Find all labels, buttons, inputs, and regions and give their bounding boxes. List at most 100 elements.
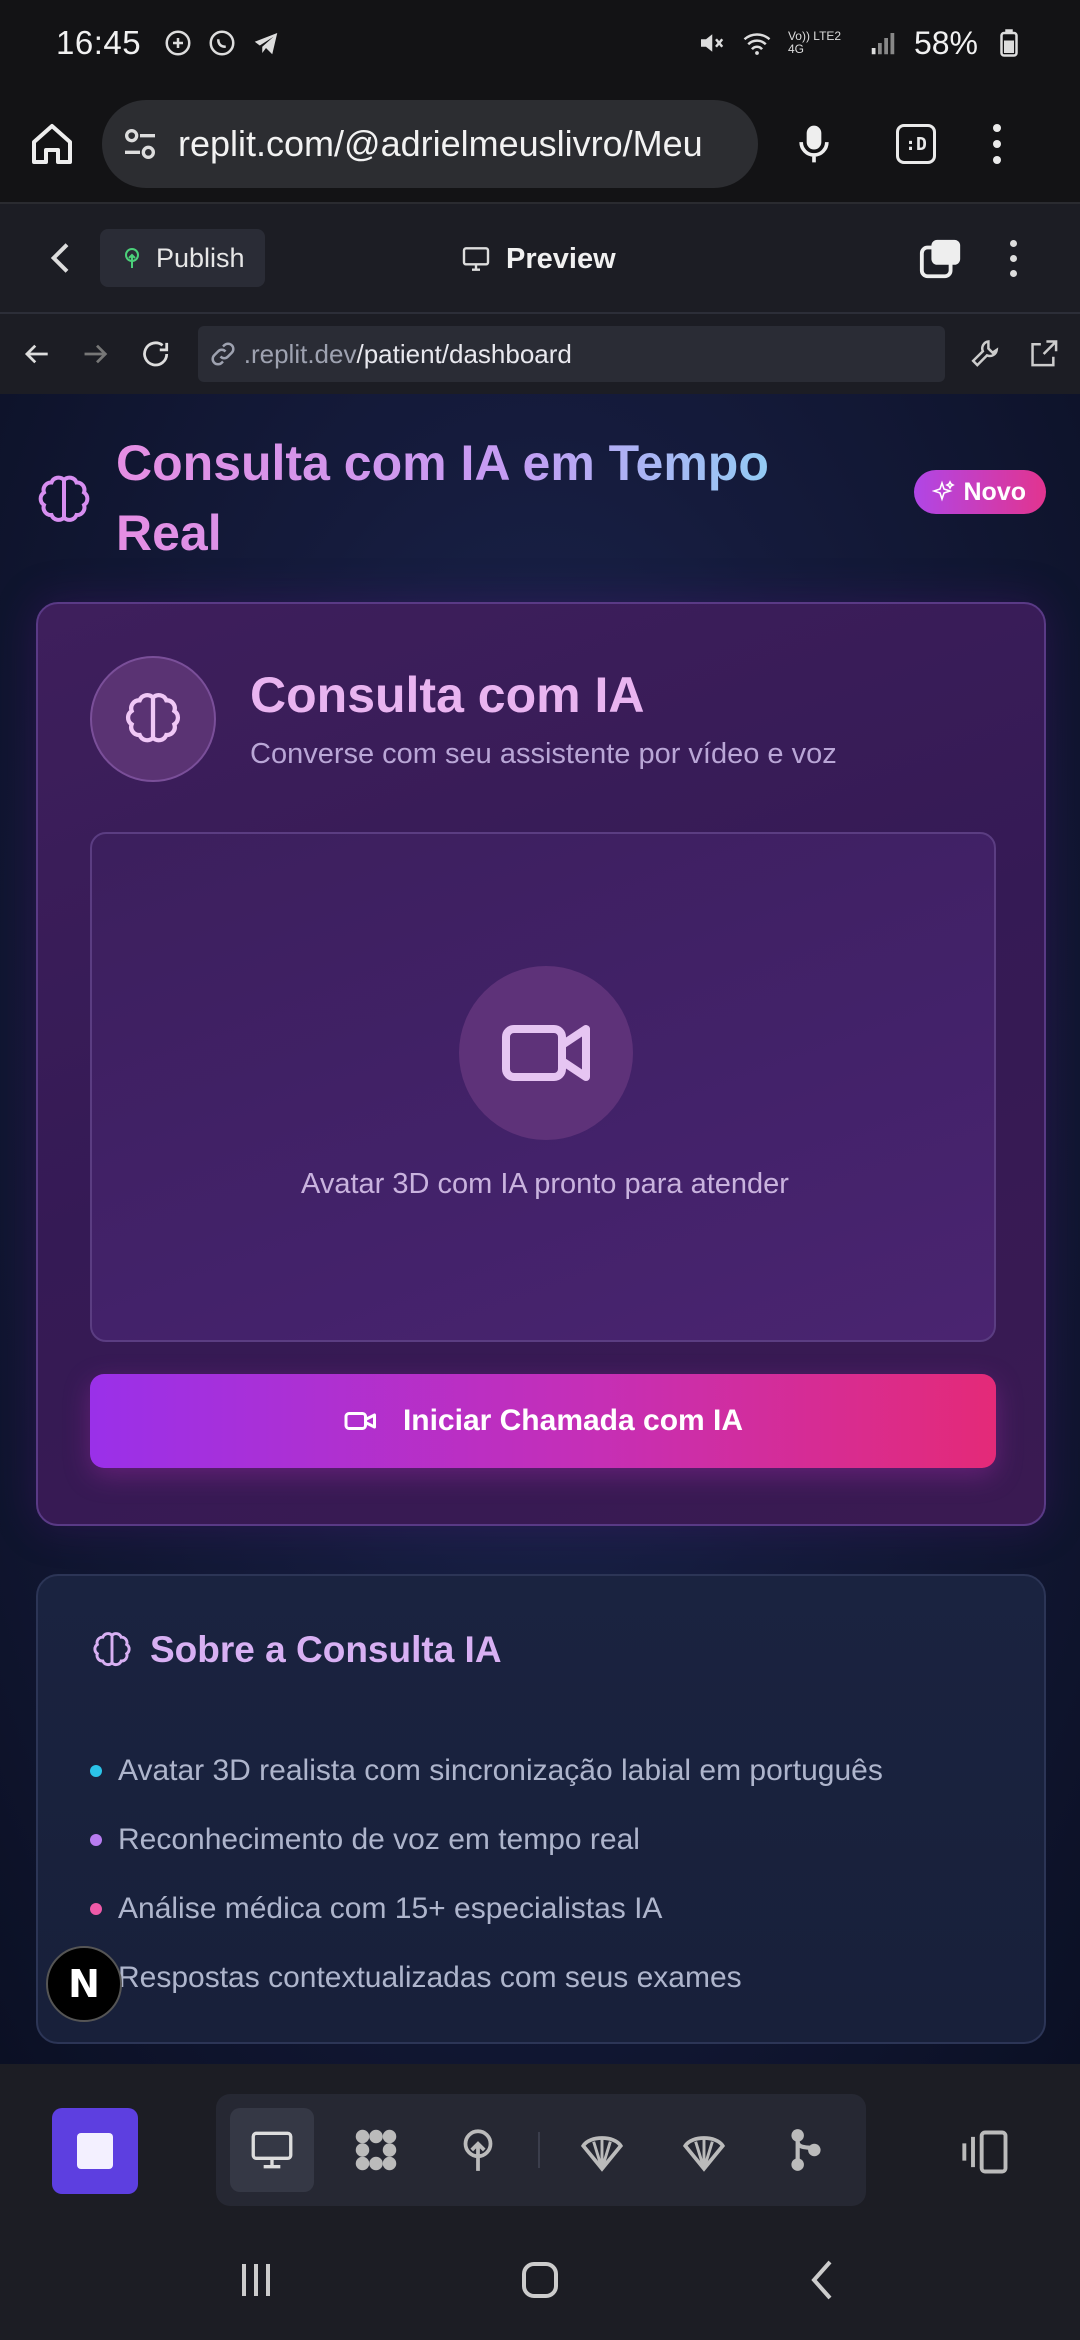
page-header: Consulta com IA em Tempo Real Novo: [34, 428, 1046, 568]
list-item: Avatar 3D realista com sincronização lab…: [90, 1736, 1020, 1805]
arrow-right-icon[interactable]: [79, 337, 112, 371]
panel-layout-icon[interactable]: [960, 2126, 1012, 2178]
webview-address-bar[interactable]: .replit.dev/patient/dashboard: [197, 326, 946, 382]
video-icon-circle: [459, 966, 633, 1140]
tab-preview[interactable]: Preview: [460, 204, 616, 314]
about-title-label: Sobre a Consulta IA: [150, 1629, 502, 1670]
list-item: Análise médica com 15+ especialistas IA: [90, 1874, 1020, 1943]
start-ai-call-label: Iniciar Chamada com IA: [402, 1404, 744, 1437]
stop-button[interactable]: [52, 2108, 138, 2194]
home-icon[interactable]: [28, 120, 76, 168]
about-card: Sobre a Consulta IA Avatar 3D realista c…: [36, 1574, 1046, 2044]
ai-consult-card: Consulta com IA Converse com seu assiste…: [36, 602, 1046, 1526]
tool-agent[interactable]: [334, 2108, 418, 2192]
screen: 16:45 Vo)) LTE2 4G 58% replit.com/@adrie…: [0, 0, 1080, 2340]
about-title: Sobre a Consulta IA: [90, 1628, 502, 1672]
shell-icon: [682, 2136, 726, 2172]
new-window-icon[interactable]: [918, 236, 964, 282]
status-time: 16:45: [56, 24, 142, 61]
browser-menu-icon[interactable]: [992, 124, 1002, 164]
back-nav-icon[interactable]: [800, 2256, 848, 2304]
tool-tabs: [216, 2094, 866, 2206]
wrench-icon[interactable]: [969, 337, 1002, 371]
battery-icon: [1000, 29, 1018, 57]
preview-label: Preview: [506, 242, 616, 275]
card-icon: [90, 656, 216, 782]
signal-icon: [871, 33, 895, 55]
address-path: /patient/dashboard: [356, 338, 572, 369]
messages-icon: [165, 30, 191, 56]
monitor-icon: [251, 2131, 293, 2169]
list-item-text: Reconhecimento de voz em tempo real: [118, 1822, 640, 1856]
agent-grid-icon: [355, 2129, 397, 2171]
tool-shell-b[interactable]: [662, 2108, 746, 2192]
video-caption: Avatar 3D com IA pronto para atender: [301, 1168, 789, 1200]
tab-switcher-button[interactable]: :D: [896, 124, 936, 164]
url-bar[interactable]: replit.com/@adrielmeuslivro/Meu: [102, 100, 758, 188]
whatsapp-icon: [209, 30, 235, 56]
list-item-text: Análise médica com 15+ especialistas IA: [118, 1891, 663, 1925]
start-ai-call-button[interactable]: Iniciar Chamada com IA: [90, 1374, 996, 1468]
page-title: Consulta com IA em Tempo Real: [116, 428, 836, 568]
shell-icon: [580, 2136, 624, 2172]
address-host: .replit.dev: [243, 338, 357, 369]
app-page: Consulta com IA em Tempo Real Novo Consu…: [0, 394, 1080, 2064]
nextjs-devtools-button[interactable]: N: [46, 1946, 122, 2022]
home-nav-icon[interactable]: [516, 2256, 564, 2304]
url-text: replit.com/@adrielmeuslivro/Meu: [178, 123, 703, 164]
external-link-icon[interactable]: [1027, 337, 1060, 371]
telegram-icon: [254, 33, 278, 55]
recent-apps-icon[interactable]: [232, 2256, 280, 2304]
replit-menu-icon[interactable]: [1010, 240, 1017, 277]
bullet-dot: [90, 1833, 102, 1846]
tool-deploy[interactable]: [436, 2108, 520, 2192]
list-item: Reconhecimento de voz em tempo real: [90, 1805, 1020, 1874]
publish-button[interactable]: Publish: [100, 229, 265, 287]
stop-icon: [77, 2133, 113, 2169]
refresh-icon[interactable]: [139, 337, 172, 371]
monitor-icon: [462, 247, 490, 271]
battery-percent: 58%: [913, 24, 978, 61]
brain-icon: [93, 1632, 131, 1666]
card-title: Consulta com IA: [250, 667, 645, 723]
tool-git[interactable]: [764, 2108, 848, 2192]
list-item: Respostas contextualizadas com seus exam…: [90, 1943, 1020, 2012]
wifi-icon: [743, 33, 771, 55]
brain-icon: [38, 475, 90, 522]
git-branch-icon: [791, 2129, 821, 2171]
list-item-text: Avatar 3D realista com sincronização lab…: [118, 1753, 883, 1787]
publish-label: Publish: [156, 242, 245, 273]
android-nav-bar: [0, 2220, 1080, 2340]
sparkles-icon: [931, 480, 955, 502]
card-subtitle: Converse com seu assistente por vídeo e …: [250, 738, 837, 770]
publish-tree-icon: [125, 248, 139, 268]
arrow-left-icon[interactable]: [20, 337, 53, 371]
status-bar: 16:45 Vo)) LTE2 4G 58%: [0, 0, 1080, 86]
tool-divider: [538, 2132, 540, 2168]
system-icons: Vo)) LTE2 4G 58%: [696, 25, 1024, 62]
notification-icons: [163, 28, 281, 58]
bullet-dot: [90, 1764, 102, 1777]
site-settings-icon[interactable]: [120, 124, 160, 164]
list-item-text: Respostas contextualizadas com seus exam…: [118, 1960, 742, 1994]
link-icon: [211, 342, 235, 366]
browser-toolbar: replit.com/@adrielmeuslivro/Meu :D: [0, 86, 1080, 204]
tool-shell-a[interactable]: [560, 2108, 644, 2192]
video-preview: Avatar 3D com IA pronto para atender: [90, 832, 996, 1342]
replit-bottom-toolbar: [0, 2064, 1080, 2228]
new-badge-label: Novo: [963, 477, 1027, 506]
brain-icon: [126, 693, 180, 743]
tool-preview[interactable]: [230, 2108, 314, 2192]
bullet-dot: [90, 1902, 102, 1915]
chevron-left-icon[interactable]: [42, 238, 82, 278]
network-label: Vo)) LTE2 4G: [787, 29, 842, 56]
microphone-icon[interactable]: [792, 118, 836, 170]
publish-tree-icon: [463, 2129, 493, 2171]
about-list: Avatar 3D realista com sincronização lab…: [90, 1736, 1020, 2012]
mute-icon: [700, 34, 724, 52]
webview-toolbar: .replit.dev/patient/dashboard: [0, 314, 1080, 394]
video-camera-icon: [344, 1412, 376, 1430]
new-badge: Novo: [913, 470, 1046, 514]
replit-header: Publish Preview: [0, 204, 1080, 314]
video-camera-icon: [502, 1025, 590, 1081]
